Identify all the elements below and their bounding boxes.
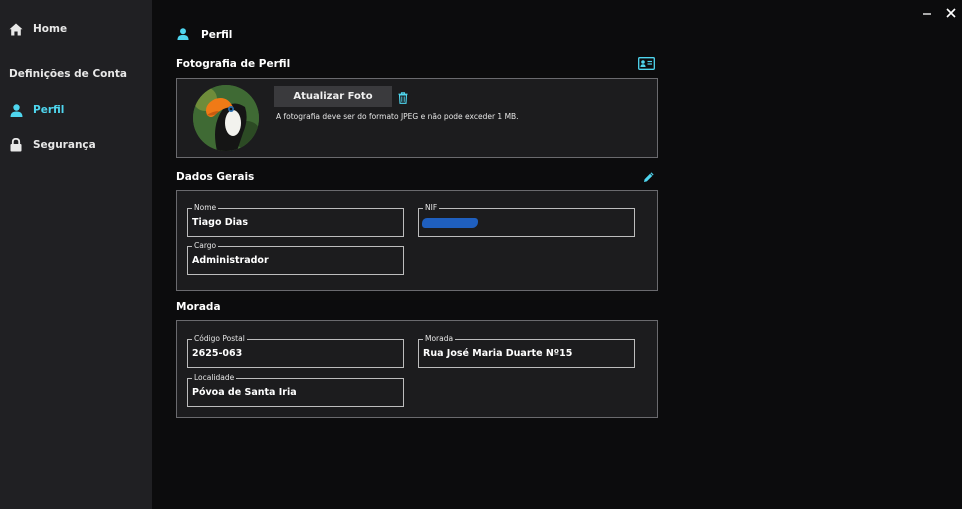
sidebar-item-perfil[interactable]: Perfil (9, 103, 64, 117)
redaction-mark (422, 218, 478, 228)
locality-field[interactable]: Localidade Póvoa de Santa Iria (187, 372, 404, 407)
locality-field-label: Localidade (192, 372, 237, 384)
postal-code-value: 2625-063 (192, 348, 243, 359)
pencil-icon[interactable] (643, 168, 655, 187)
sidebar-item-label: Segurança (33, 139, 96, 151)
address-section-title: Morada (176, 301, 221, 313)
id-card-icon[interactable] (638, 55, 655, 74)
lock-icon (9, 138, 23, 152)
street-field[interactable]: Morada Rua José Maria Duarte Nº15 (418, 333, 635, 368)
photo-section-title: Fotografia de Perfil (176, 58, 291, 70)
street-field-value: Rua José Maria Duarte Nº15 (423, 348, 573, 359)
postal-code-field[interactable]: Código Postal 2625-063 (187, 333, 404, 368)
photo-hint: A fotografia deve ser do formato JPEG e … (276, 112, 519, 121)
sidebar-item-label: Home (33, 23, 68, 35)
role-field[interactable]: Cargo Administrador (187, 240, 404, 275)
sidebar-item-label: Perfil (33, 104, 65, 116)
page-header: Perfil (177, 25, 232, 44)
home-icon (9, 22, 23, 36)
trash-icon[interactable] (398, 89, 408, 108)
name-field-label: Nome (192, 202, 219, 214)
general-section-title: Dados Gerais (176, 171, 255, 183)
sidebar-section-title: Definições de Conta (9, 68, 127, 80)
update-photo-button[interactable]: Atualizar Foto (274, 86, 392, 107)
user-icon (177, 25, 189, 44)
locality-field-value: Póvoa de Santa Iria (192, 387, 297, 398)
page-title: Perfil (201, 28, 233, 41)
role-field-label: Cargo (192, 240, 219, 252)
name-field-value: Tiago Dias (192, 217, 248, 228)
avatar (193, 85, 259, 151)
sidebar: Home Definições de Conta Perfil Seguranç… (0, 0, 152, 509)
photo-panel: Atualizar Foto A fotografia deve ser do … (176, 78, 658, 158)
role-field-value: Administrador (192, 255, 269, 266)
name-field[interactable]: Nome Tiago Dias (187, 202, 404, 237)
main-content: Perfil Fotografia de Perfil Atualizar Fo… (152, 0, 962, 509)
user-icon (9, 103, 23, 117)
nif-field-label: NIF (423, 202, 440, 214)
sidebar-item-seguranca[interactable]: Segurança (9, 138, 96, 152)
postal-code-label: Código Postal (192, 333, 247, 345)
sidebar-item-home[interactable]: Home (9, 22, 67, 36)
address-panel: Código Postal 2625-063 Morada Rua José M… (176, 320, 658, 418)
street-field-label: Morada (423, 333, 456, 345)
general-panel: Nome Tiago Dias NIF Cargo Administrador (176, 190, 658, 291)
nif-field[interactable]: NIF (418, 202, 635, 237)
